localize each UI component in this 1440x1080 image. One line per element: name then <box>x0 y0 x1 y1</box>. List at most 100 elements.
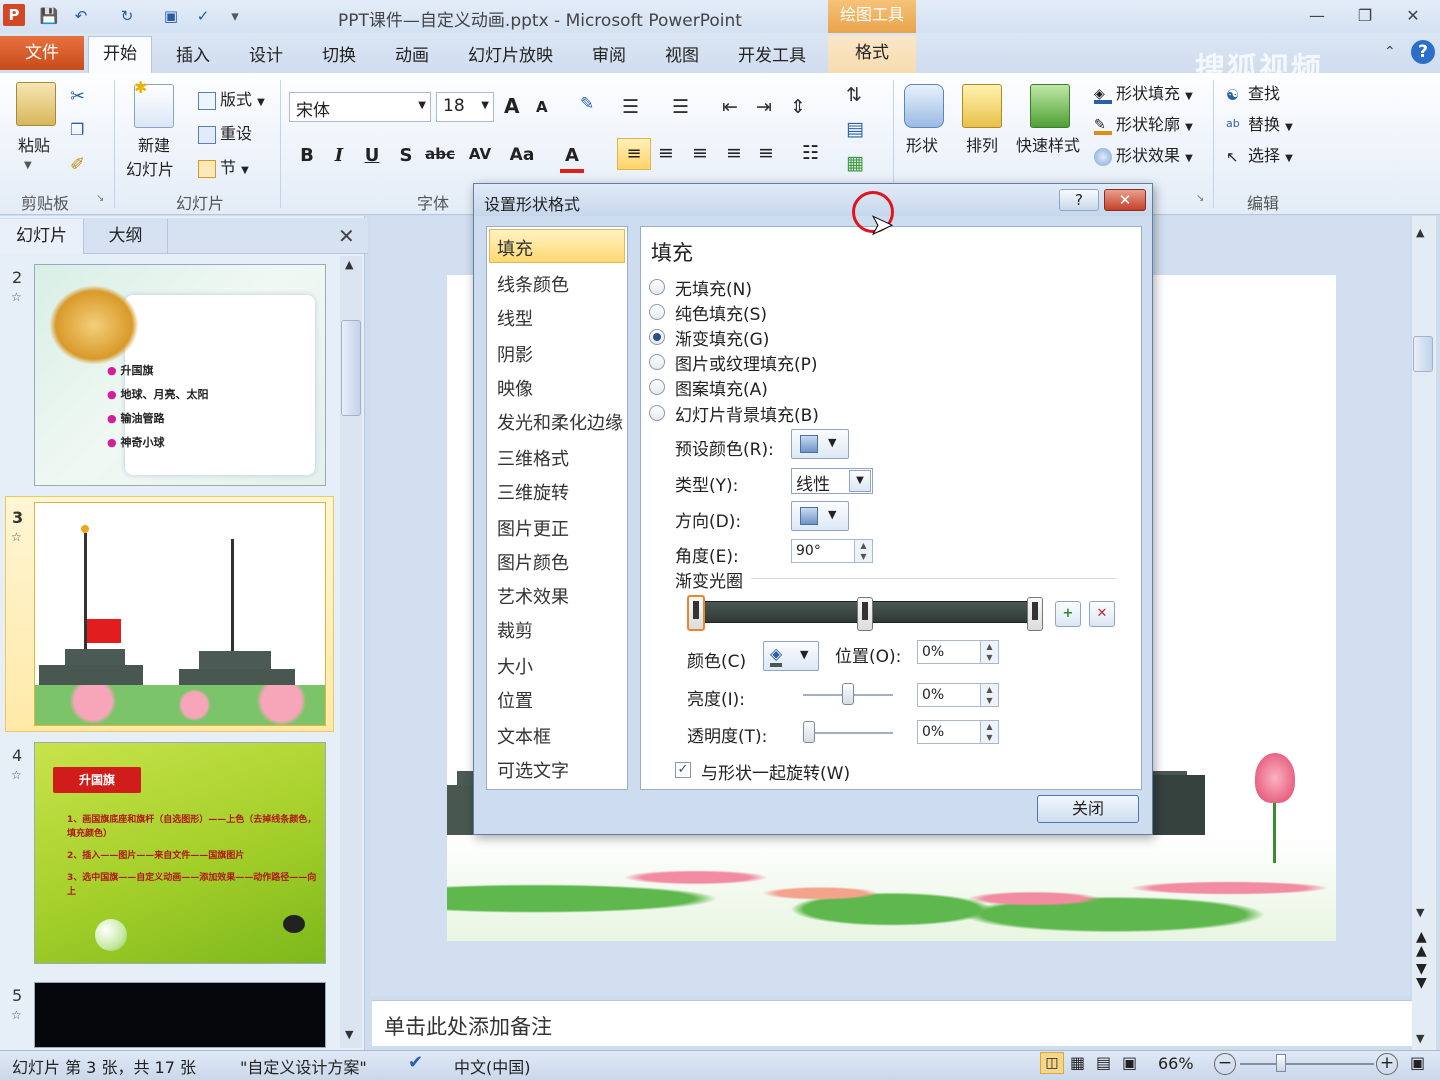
next-slide-icon[interactable]: ▼ ▼ <box>1416 962 1427 990</box>
nav-size[interactable]: 大小 <box>497 653 533 679</box>
columns-icon[interactable]: ☷ <box>802 142 819 164</box>
change-case-button[interactable]: Aa <box>504 145 540 165</box>
tab-outline[interactable]: 大纲 <box>84 219 168 254</box>
format-painter-icon[interactable]: ✓ <box>192 5 214 27</box>
transparency-input[interactable]: 0% ▲ ▼ <box>917 720 999 744</box>
slideshow-icon[interactable]: ▣ <box>160 5 182 27</box>
position-spinner[interactable]: ▲ ▼ <box>980 641 998 663</box>
section-button[interactable]: 节 ▼ <box>198 154 249 178</box>
nav-artistic-effects[interactable]: 艺术效果 <box>497 583 569 609</box>
position-input[interactable]: 0% ▲ ▼ <box>917 640 999 664</box>
nav-picture-corrections[interactable]: 图片更正 <box>497 515 569 541</box>
slide-thumbnail-2[interactable]: ● 升国旗 ● 地球、月亮、太阳 ● 输油管路 ● 神奇小球 <box>34 264 326 486</box>
numbering-icon[interactable]: ☰ <box>672 96 689 118</box>
tab-transitions[interactable]: 切换 <box>322 41 356 66</box>
paste-icon[interactable] <box>16 82 56 126</box>
previous-slide-icon[interactable]: ▲ ▲ <box>1416 930 1427 958</box>
reading-view-icon[interactable]: ▤ <box>1096 1053 1111 1072</box>
scroll-down-icon[interactable]: ▼ <box>1416 906 1424 919</box>
brightness-input[interactable]: 0% ▲ ▼ <box>917 683 999 707</box>
slideshow-view-icon[interactable]: ▣ <box>1122 1053 1137 1072</box>
nav-reflection[interactable]: 映像 <box>497 375 533 401</box>
dialog-help-button[interactable]: ? <box>1059 189 1099 211</box>
zoom-slider-thumb[interactable] <box>1276 1054 1286 1072</box>
new-slide-label[interactable]: 新建 <box>138 132 170 156</box>
direction-dropdown[interactable]: ▼ <box>791 501 849 531</box>
notes-placeholder[interactable]: 单击此处添加备注 <box>372 1000 1412 1046</box>
nav-line-color[interactable]: 线条颜色 <box>497 271 569 297</box>
select-button[interactable]: ↖ 选择 ▼ <box>1226 142 1293 166</box>
font-size-combo[interactable]: 18 ▼ <box>436 92 494 122</box>
gradient-stop-1[interactable] <box>687 595 705 631</box>
close-pane-icon[interactable]: ✕ <box>338 224 355 248</box>
nav-picture-color[interactable]: 图片颜色 <box>497 549 569 575</box>
nav-line-style[interactable]: 线型 <box>497 305 533 331</box>
tab-animations[interactable]: 动画 <box>395 41 429 66</box>
powerpoint-app-icon[interactable]: P <box>3 4 25 26</box>
zoom-out-icon[interactable]: − <box>1214 1053 1236 1075</box>
new-slide-button[interactable]: 幻灯片 <box>126 156 174 180</box>
paste-dropdown-icon[interactable]: ▼ <box>24 160 32 171</box>
tab-review[interactable]: 审阅 <box>592 41 626 66</box>
paste-button[interactable]: 粘贴 <box>18 132 50 156</box>
replace-button[interactable]: ab 替换 ▼ <box>1226 111 1293 135</box>
save-icon[interactable]: 💾 <box>38 5 60 27</box>
spell-check-icon[interactable]: ✔ <box>408 1052 423 1073</box>
tab-home[interactable]: 开始 <box>88 36 152 74</box>
bullets-icon[interactable]: ☰ <box>622 96 639 118</box>
grow-font-button[interactable]: A <box>504 94 519 118</box>
preset-colors-dropdown[interactable]: ▼ <box>791 429 849 459</box>
angle-spinner[interactable]: ▲ ▼ <box>854 540 872 562</box>
slide-scroll-thumb[interactable] <box>1413 336 1433 372</box>
brightness-spinner[interactable]: ▲ ▼ <box>980 684 998 706</box>
zoom-level[interactable]: 66% <box>1158 1054 1194 1073</box>
cut-icon[interactable]: ✂ <box>70 86 85 107</box>
fit-to-window-icon[interactable]: ▣ <box>1410 1053 1425 1072</box>
text-direction-icon[interactable]: ⇅ <box>846 84 862 106</box>
radio-pattern-fill[interactable] <box>649 379 665 395</box>
quick-styles-button[interactable]: 快速样式 <box>1016 132 1080 156</box>
find-button[interactable]: ☯ 查找 <box>1226 80 1280 104</box>
increase-indent-icon[interactable]: ⇥ <box>756 96 772 118</box>
tab-format[interactable]: 格式 <box>828 36 916 73</box>
nav-glow-soft-edges[interactable]: 发光和柔化边缘 <box>497 409 623 435</box>
theme-status[interactable]: "自定义设计方案" <box>240 1054 367 1078</box>
slide-thumbnail-4[interactable]: 升国旗 1、画国旗底座和旗杆（自选图形）——上色（去掉线条颜色，填充颜色） 2、… <box>34 742 326 964</box>
zoom-slider-track[interactable] <box>1240 1063 1374 1065</box>
transparency-slider-thumb[interactable] <box>803 721 815 743</box>
justify-icon[interactable]: ≡ <box>726 142 742 164</box>
remove-stop-icon[interactable]: ✕ <box>1089 601 1115 627</box>
distributed-icon[interactable]: ≡ <box>758 142 774 164</box>
tab-view[interactable]: 视图 <box>665 41 699 66</box>
type-select[interactable]: 线性 ▼ <box>791 468 873 495</box>
help-icon[interactable]: ? <box>1411 40 1435 64</box>
copy-icon[interactable]: ❐ <box>70 120 84 139</box>
shapes-button[interactable]: 形状 <box>906 132 938 156</box>
angle-input[interactable]: 90° ▲ ▼ <box>791 539 873 563</box>
nav-position[interactable]: 位置 <box>497 687 533 713</box>
align-text-icon[interactable]: ▤ <box>846 118 864 140</box>
close-window-icon[interactable]: ✕ <box>1396 4 1430 28</box>
shapes-icon[interactable] <box>904 84 944 128</box>
tab-slides[interactable]: 幻灯片 <box>0 219 84 254</box>
scroll-down-icon[interactable]: ▼ <box>345 1028 353 1041</box>
zoom-in-icon[interactable]: + <box>1376 1053 1398 1075</box>
radio-picture-fill[interactable] <box>649 354 665 370</box>
italic-button[interactable]: I <box>327 145 351 166</box>
line-spacing-icon[interactable]: ⇕ <box>790 96 806 118</box>
shape-fill-button[interactable]: ◈ 形状填充 ▼ <box>1094 80 1193 104</box>
stop-color-dropdown[interactable]: ◈ ▼ <box>763 641 819 671</box>
slide-thumbnail-3[interactable] <box>34 502 326 726</box>
nav-3d-format[interactable]: 三维格式 <box>497 445 569 471</box>
align-left-icon[interactable]: ≡ <box>617 138 651 170</box>
radio-gradient-fill[interactable] <box>649 329 665 345</box>
nav-alt-text[interactable]: 可选文字 <box>497 757 569 783</box>
slide-thumbnail-5[interactable] <box>34 982 326 1048</box>
format-painter-brush-icon[interactable]: ✐ <box>70 154 85 175</box>
restore-icon[interactable]: ❐ <box>1348 4 1382 28</box>
align-right-icon[interactable]: ≡ <box>692 142 708 164</box>
scroll-up-icon[interactable]: ▲ <box>1416 226 1424 239</box>
shadow-button[interactable]: S <box>394 145 418 166</box>
undo-icon[interactable]: ↶ <box>70 5 92 27</box>
shape-effects-button[interactable]: 形状效果 ▼ <box>1094 142 1193 166</box>
